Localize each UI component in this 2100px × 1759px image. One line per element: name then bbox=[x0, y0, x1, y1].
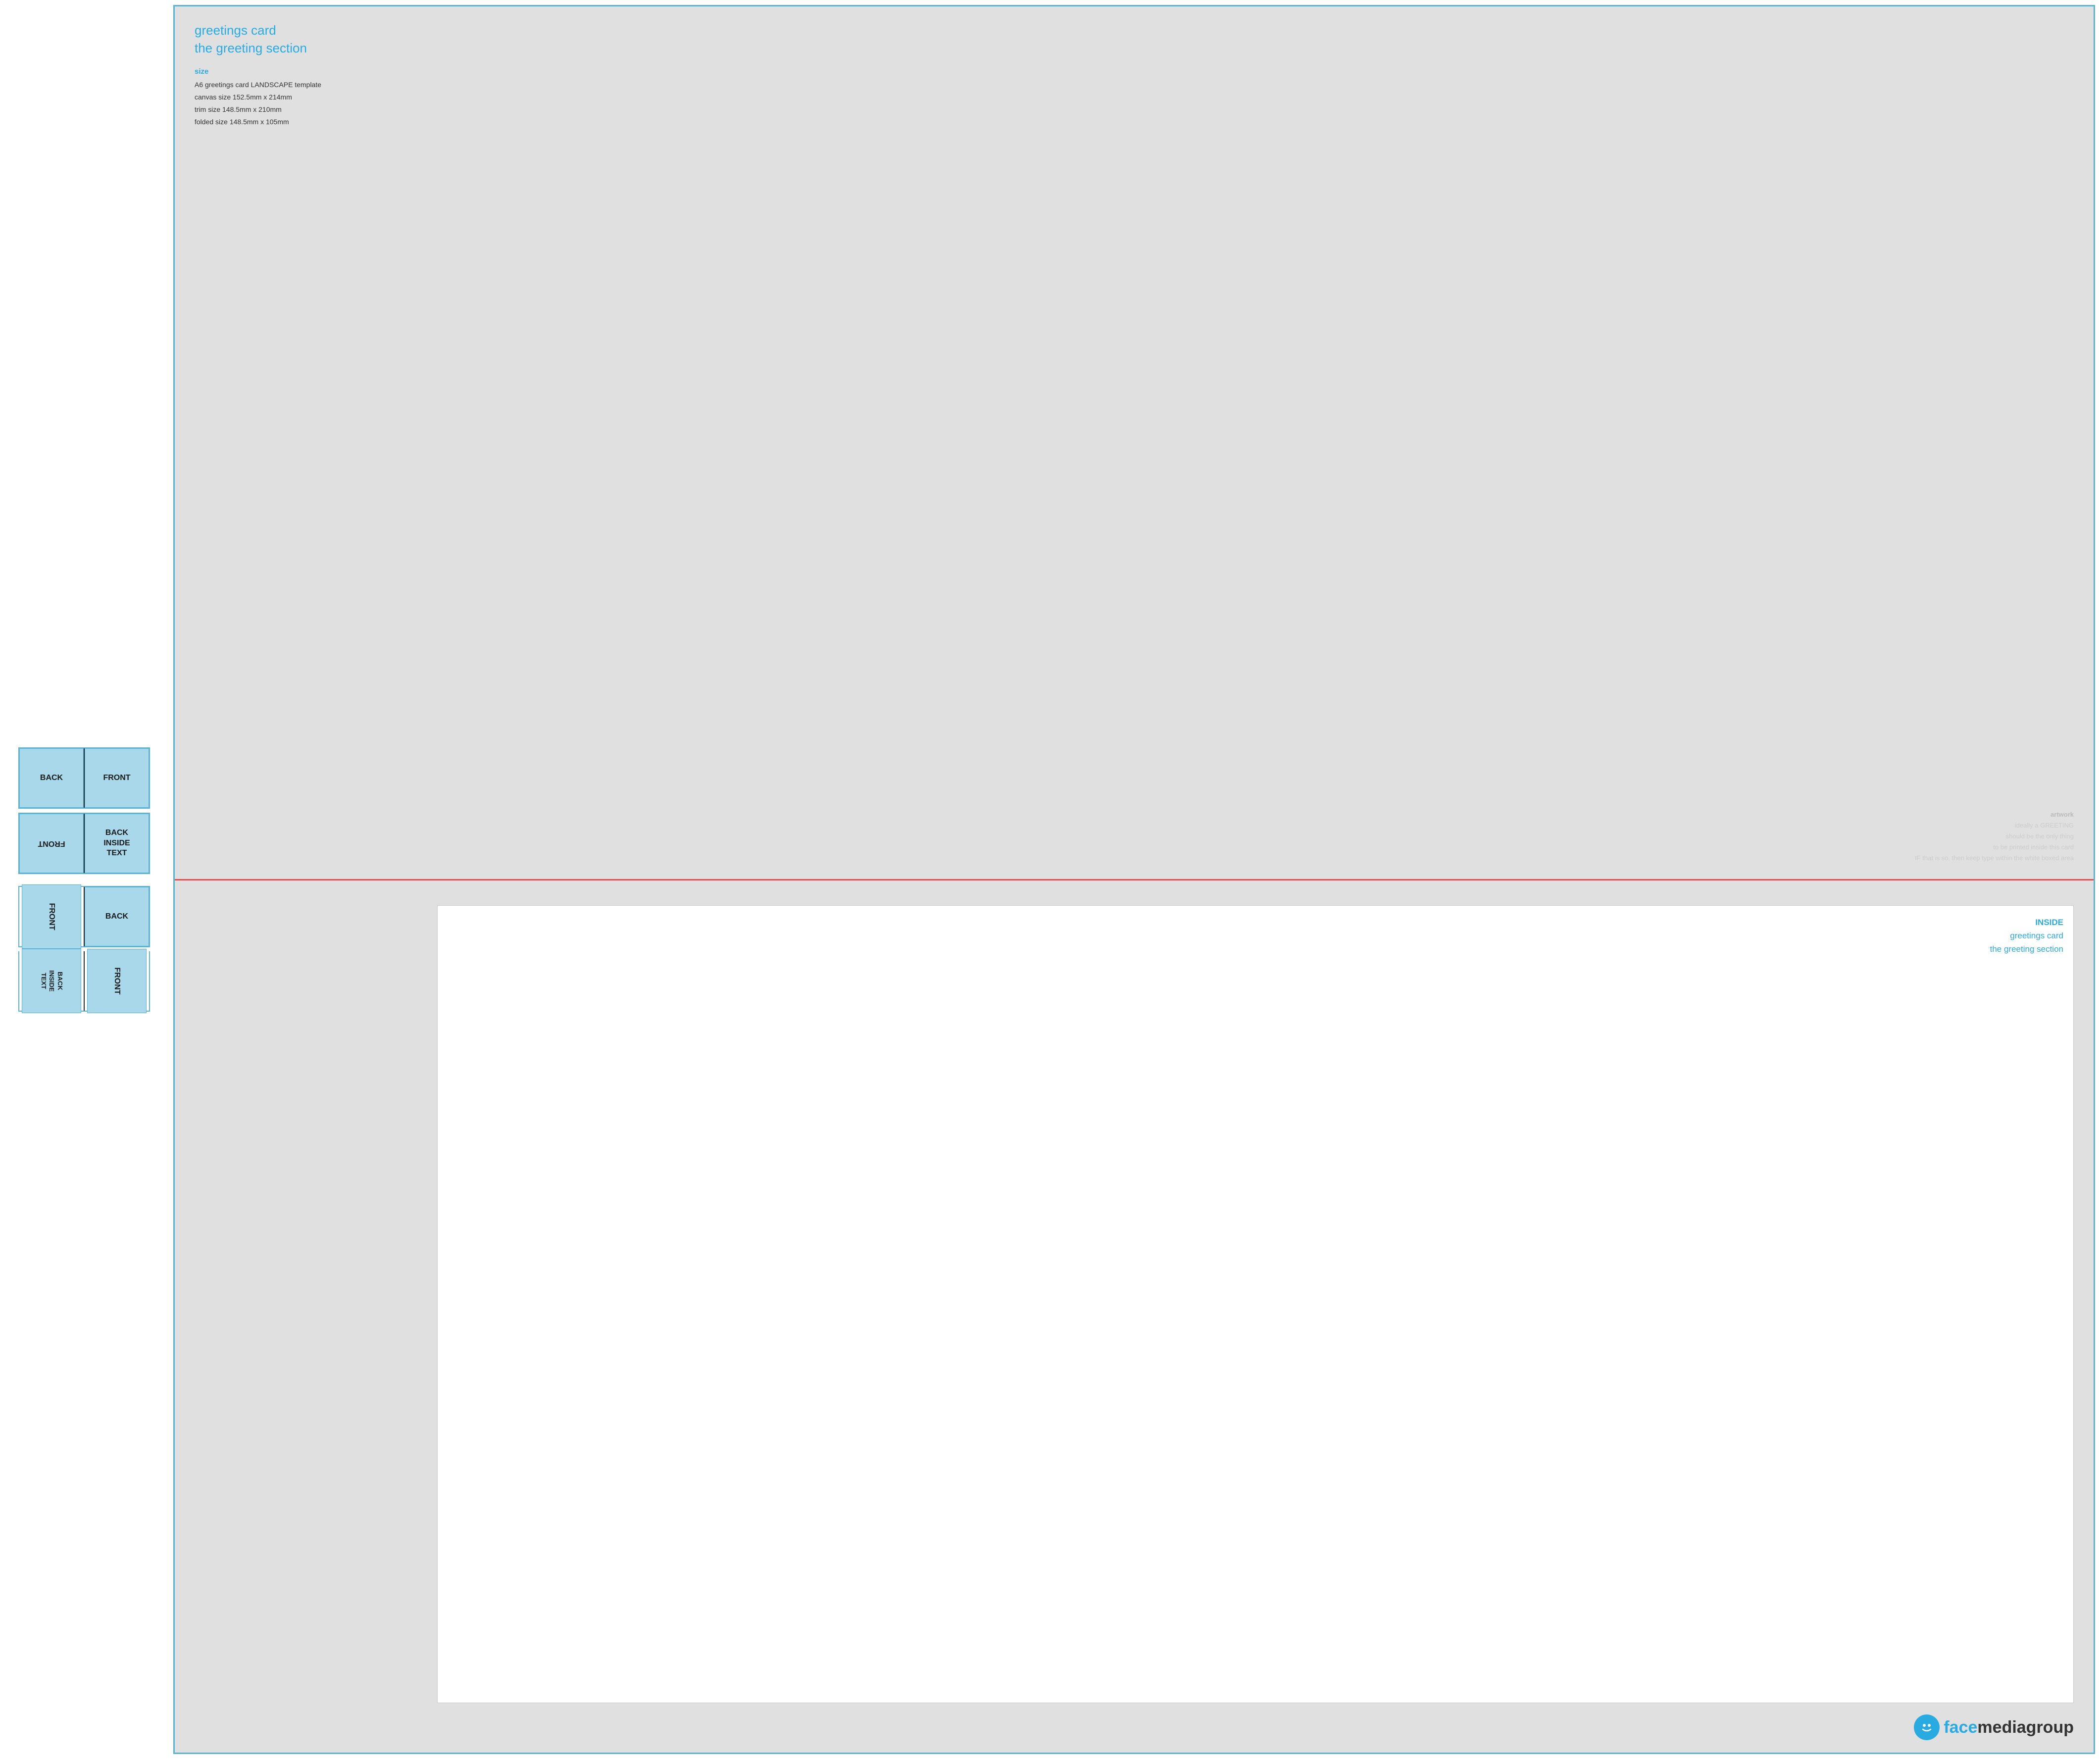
inside-white-box: INSIDE greetings card the greeting secti… bbox=[437, 905, 2074, 1704]
artwork-line4: to be printed inside this card bbox=[1993, 843, 2074, 851]
card-cell-back-1: BACK bbox=[19, 748, 84, 808]
card-cell-back-inside-1: BACKINSIDETEXT bbox=[85, 814, 149, 873]
left-panel: BACK FRONT FRONT BACKINSIDETEXT FRONT BA… bbox=[0, 0, 168, 1759]
size-line3: trim size 148.5mm x 210mm bbox=[195, 103, 2074, 116]
inside-card-name: greetings card bbox=[1990, 929, 2063, 942]
card-cell-front-3-rotated: FRONT bbox=[22, 884, 81, 949]
facemedia-text: facemediagroup bbox=[1944, 1718, 2074, 1737]
facemedia-icon bbox=[1914, 1714, 1940, 1740]
logo-mediagroup: mediagroup bbox=[1977, 1718, 2074, 1737]
inside-label: INSIDE greetings card the greeting secti… bbox=[1990, 916, 2063, 956]
right-panel: greetings card the greeting section size… bbox=[168, 0, 2100, 1759]
size-line1: A6 greetings card LANDSCAPE template bbox=[195, 79, 2074, 91]
size-line2: canvas size 152.5mm x 214mm bbox=[195, 91, 2074, 103]
card-row-2: FRONT BACKINSIDETEXT bbox=[18, 813, 150, 874]
artwork-note: artwork ideally a GREETING should be the… bbox=[1915, 809, 2074, 864]
artwork-line5: IF that is so, then keep type within the… bbox=[1915, 854, 2074, 862]
artwork-line3: should be the only thing bbox=[2006, 832, 2074, 840]
card-cell-front-1: FRONT bbox=[85, 748, 149, 808]
size-label: size bbox=[195, 67, 2074, 76]
card-title: greetings card the greeting section bbox=[195, 21, 2074, 57]
size-details: A6 greetings card LANDSCAPE template can… bbox=[195, 79, 2074, 129]
logo-face: face bbox=[1944, 1718, 1977, 1737]
main-canvas: greetings card the greeting section size… bbox=[173, 5, 2095, 1754]
artwork-line2: ideally a GREETING bbox=[2015, 822, 2074, 829]
title-line2: the greeting section bbox=[195, 41, 307, 55]
size-line4: folded size 148.5mm x 105mm bbox=[195, 116, 2074, 128]
title-line1: greetings card bbox=[195, 23, 276, 38]
bottom-section: INSIDE greetings card the greeting secti… bbox=[175, 880, 2094, 1753]
cell-divider-4 bbox=[84, 951, 85, 1011]
facemediagroup-logo: facemediagroup bbox=[1914, 1714, 2074, 1740]
card-cell-back-inside-2-rotated: BACKINSIDETEXT bbox=[22, 949, 81, 1013]
card-cell-front-4-rotated: FRONT bbox=[87, 949, 147, 1013]
top-section: greetings card the greeting section size… bbox=[175, 6, 2094, 880]
card-row-4: BACKINSIDETEXT FRONT bbox=[18, 951, 150, 1012]
inside-title: INSIDE bbox=[1990, 916, 2063, 929]
card-row-1: BACK FRONT bbox=[18, 747, 150, 809]
card-cell-back-3: BACK bbox=[85, 887, 149, 946]
card-cell-front-2-rotated: FRONT bbox=[19, 814, 84, 873]
card-row-3: FRONT BACK bbox=[18, 886, 150, 947]
inside-section-name: the greeting section bbox=[1990, 942, 2063, 956]
artwork-title: artwork bbox=[2050, 811, 2074, 818]
face-icon-svg bbox=[1918, 1718, 1936, 1736]
